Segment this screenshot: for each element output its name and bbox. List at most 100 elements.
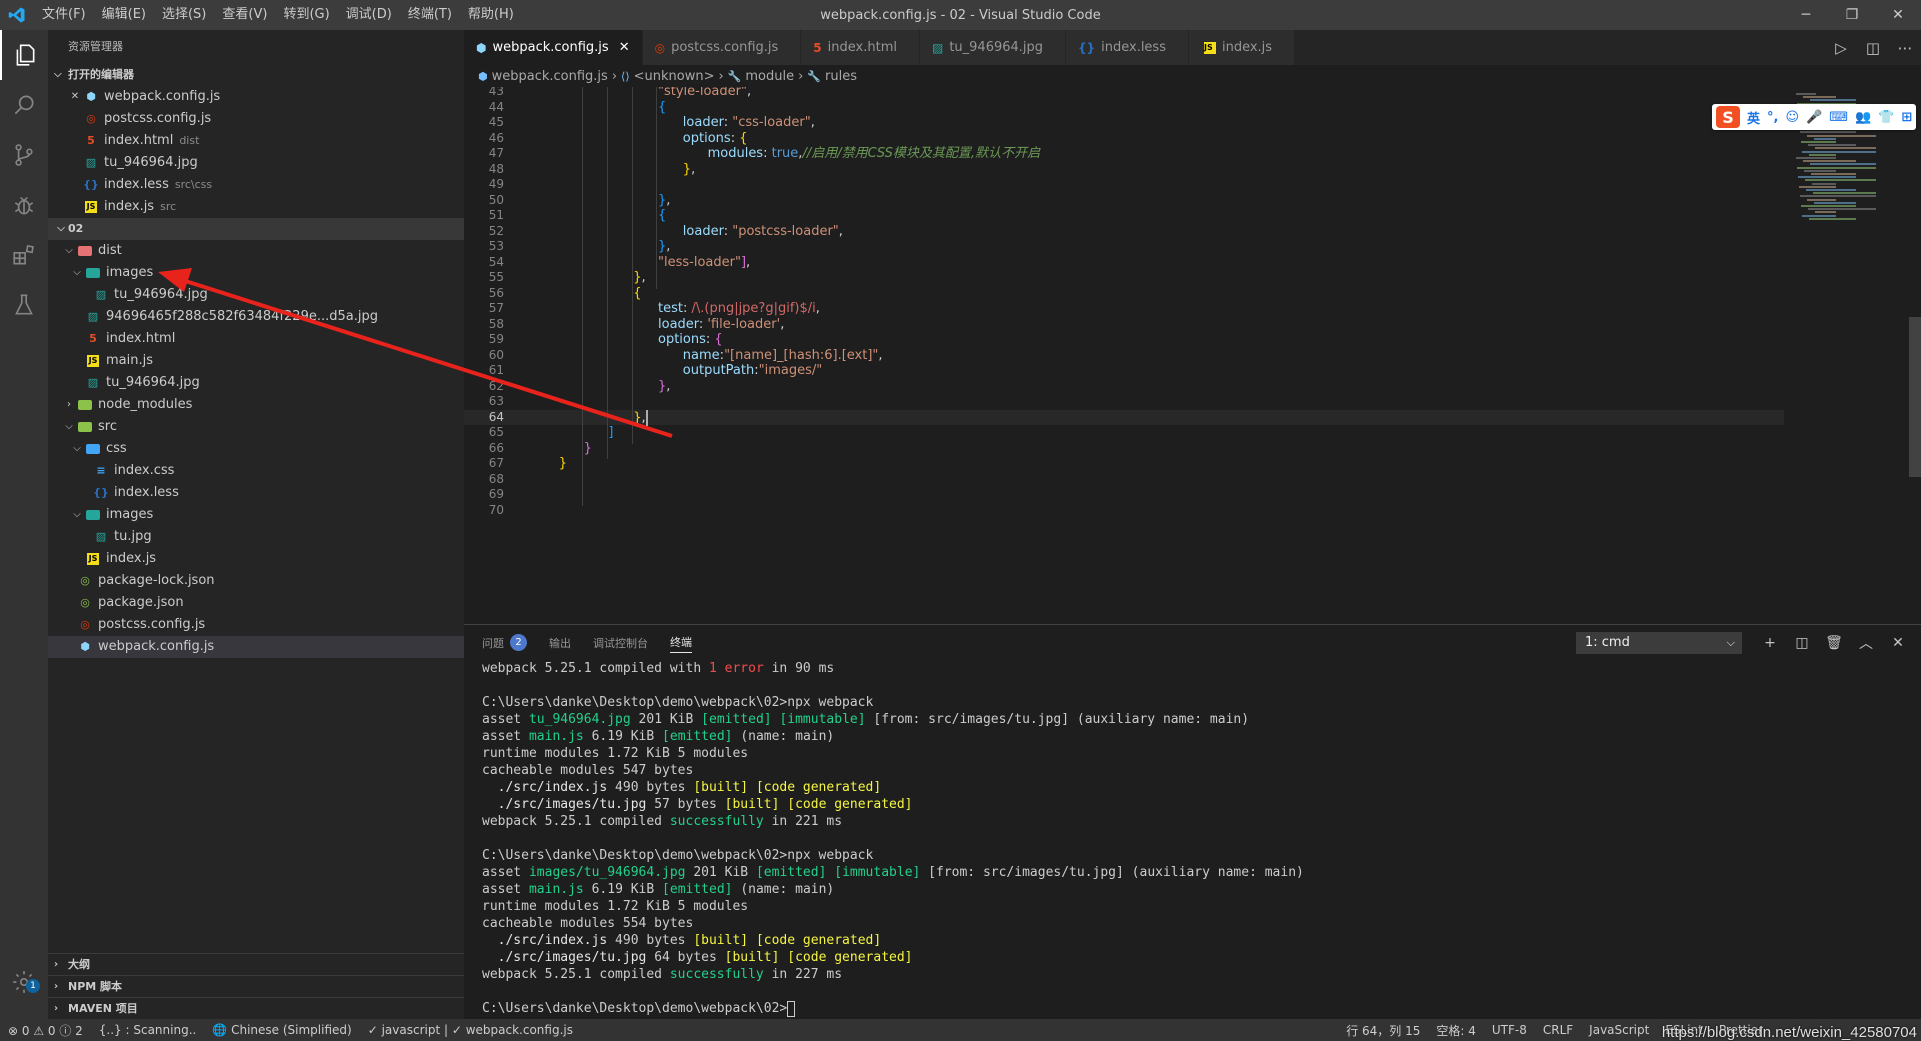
close-panel-icon[interactable]: ✕ — [1882, 635, 1914, 651]
minimap[interactable] — [1796, 87, 1906, 624]
breadcrumb-item[interactable]: rules — [825, 69, 857, 84]
tree-item[interactable]: ◎ package-lock.json — [48, 570, 464, 592]
tree-item[interactable]: ◎ postcss.config.js — [48, 614, 464, 636]
extensions-icon[interactable] — [0, 230, 48, 280]
explorer-icon[interactable] — [0, 30, 48, 80]
open-editor-item[interactable]: 5 index.html dist — [48, 130, 464, 152]
menu-item[interactable]: 调试(D) — [338, 0, 400, 30]
lint-status[interactable]: ✓ javascript | ✓ webpack.config.js — [360, 1023, 581, 1037]
editor-scrollbar[interactable] — [1909, 317, 1921, 477]
terminal-segment: webpack 5.25.1 compiled with — [482, 661, 709, 676]
cursor-position[interactable]: 行 64，列 15 — [1338, 1022, 1428, 1039]
problems-status[interactable]: ⊗ 0 ⚠ 0 ⓘ 2 — [0, 1022, 91, 1039]
new-terminal-icon[interactable]: + — [1754, 635, 1786, 651]
run-icon[interactable]: ▷ — [1825, 39, 1857, 57]
editor-tab[interactable]: 5 index.html — [801, 30, 920, 65]
sidebar-section-header[interactable]: › 大纲 — [48, 953, 464, 975]
tree-item[interactable]: ⌵ images — [48, 504, 464, 526]
ime-item[interactable]: ☺ — [1785, 110, 1799, 125]
terminal-segment: [emitted] — [701, 712, 772, 727]
language-mode[interactable]: JavaScript — [1581, 1023, 1657, 1037]
ime-item[interactable]: 👥 — [1855, 110, 1871, 125]
ime-item[interactable]: ⌨ — [1829, 110, 1848, 125]
terminal-output[interactable]: webpack 5.25.1 compiled with 1 error in … — [482, 660, 1911, 1019]
tree-item[interactable]: ◎ package.json — [48, 592, 464, 614]
open-editor-item[interactable]: JS index.js src — [48, 196, 464, 218]
code-editor[interactable]: 43 "style-loader", 44 {45 loader: "css-loade… — [464, 87, 1921, 624]
ime-item[interactable]: 英 — [1747, 108, 1760, 127]
indentation-status[interactable]: 空格: 4 — [1428, 1022, 1484, 1039]
terminal-select[interactable]: 1: cmd ⌵ — [1576, 632, 1742, 654]
tree-item[interactable]: JS main.js — [48, 350, 464, 372]
tree-item[interactable]: JS index.js — [48, 548, 464, 570]
breadcrumb-item[interactable]: webpack.config.js — [492, 69, 608, 84]
maximize-panel-icon[interactable]: ︿ — [1850, 633, 1882, 653]
tree-item[interactable]: ⌵ images — [48, 262, 464, 284]
tree-item[interactable]: ▨ 94696465f288c582f63484f229e...d5a.jpg — [48, 306, 464, 328]
eol-status[interactable]: CRLF — [1535, 1023, 1581, 1037]
tree-item[interactable]: ▨ tu.jpg — [48, 526, 464, 548]
settings-gear-icon[interactable]: 1 — [0, 957, 48, 1007]
breadcrumb-item[interactable]: module — [745, 69, 794, 84]
editor-tab[interactable]: JS index.js — [1188, 30, 1296, 65]
close-tab-icon[interactable]: ✕ — [619, 40, 630, 55]
ime-toolbar[interactable]: S 英 °, ☺ 🎤 ⌨ 👥 👕 ⊞ — [1712, 104, 1916, 130]
code-token: //启用/禁用CSS模块及其配置,默认不开启 — [802, 146, 1041, 161]
postcss-file-icon: ◎ — [80, 618, 90, 631]
encoding-status[interactable]: UTF-8 — [1484, 1023, 1535, 1037]
source-control-icon[interactable] — [0, 130, 48, 180]
menu-item[interactable]: 转到(G) — [275, 0, 337, 30]
menu-item[interactable]: 查看(V) — [214, 0, 275, 30]
editor-tab[interactable]: ◎ postcss.config.js — [642, 30, 802, 65]
tree-item[interactable]: ▨ tu_946964.jpg — [48, 284, 464, 306]
open-editor-item[interactable]: ▨ tu_946964.jpg — [48, 152, 464, 174]
close-window-icon[interactable]: ✕ — [1875, 0, 1921, 30]
menu-item[interactable]: 帮助(H) — [460, 0, 522, 30]
kill-terminal-icon[interactable]: 🗑 — [1818, 635, 1850, 651]
editor-tab[interactable]: ▨ tu_946964.jpg — [919, 30, 1067, 65]
tree-item[interactable]: › node_modules — [48, 394, 464, 416]
scanning-status[interactable]: {..} : Scanning.. — [91, 1023, 205, 1037]
split-terminal-icon[interactable]: ◫ — [1786, 635, 1818, 651]
ime-item[interactable]: °, — [1767, 110, 1778, 125]
sidebar-section-header[interactable]: › NPM 脚本 — [48, 975, 464, 997]
panel-tab[interactable]: 调试控制台 — [593, 625, 648, 660]
language-pack-status[interactable]: 🌐 Chinese (Simplified) — [204, 1023, 359, 1037]
tree-item[interactable]: ⌵ src — [48, 416, 464, 438]
panel-tab[interactable]: 终端 — [670, 633, 692, 653]
split-editor-icon[interactable]: ◫ — [1857, 39, 1889, 57]
panel-tab[interactable]: 输出 — [549, 625, 571, 660]
ime-item[interactable]: 🎤 — [1806, 110, 1822, 125]
menu-item[interactable]: 编辑(E) — [94, 0, 154, 30]
sidebar-section-header[interactable]: › MAVEN 项目 — [48, 997, 464, 1019]
project-folder-header[interactable]: ⌵ 02 — [48, 218, 464, 240]
menu-item[interactable]: 文件(F) — [34, 0, 94, 30]
editor-tab[interactable]: ⬢ webpack.config.js ✕ — [464, 30, 643, 65]
restore-icon[interactable]: ❐ — [1829, 0, 1875, 30]
more-actions-icon[interactable]: ⋯ — [1889, 39, 1921, 57]
search-icon[interactable] — [0, 80, 48, 130]
tree-item[interactable]: 5 index.html — [48, 328, 464, 350]
tree-item[interactable]: ≡ index.css — [48, 460, 464, 482]
tree-item[interactable]: ⬢ webpack.config.js — [48, 636, 464, 658]
ime-item[interactable]: ⊞ — [1901, 110, 1912, 125]
tree-item[interactable]: ⌵ dist — [48, 240, 464, 262]
debug-icon[interactable] — [0, 180, 48, 230]
breadcrumb-item[interactable]: <unknown> — [634, 69, 715, 84]
editor-tab[interactable]: {} index.less — [1066, 30, 1189, 65]
open-editor-item[interactable]: ◎ postcss.config.js — [48, 108, 464, 130]
menu-item[interactable]: 终端(T) — [400, 0, 460, 30]
menu-item[interactable]: 选择(S) — [154, 0, 214, 30]
close-icon[interactable]: ✕ — [68, 86, 82, 108]
tree-item[interactable]: ▨ tu_946964.jpg — [48, 372, 464, 394]
minimize-icon[interactable]: ─ — [1783, 0, 1829, 30]
panel-tab[interactable]: 问题 2 — [482, 625, 527, 660]
open-editor-item[interactable]: ✕ ⬢ webpack.config.js — [48, 86, 464, 108]
open-editors-header[interactable]: ⌵ 打开的编辑器 — [48, 64, 464, 86]
open-editor-item[interactable]: {} index.less src\css — [48, 174, 464, 196]
test-icon[interactable] — [0, 280, 48, 330]
ime-item[interactable]: 👕 — [1878, 110, 1894, 125]
code-token: { — [714, 332, 723, 347]
tree-item[interactable]: {} index.less — [48, 482, 464, 504]
tree-item[interactable]: ⌵ css — [48, 438, 464, 460]
